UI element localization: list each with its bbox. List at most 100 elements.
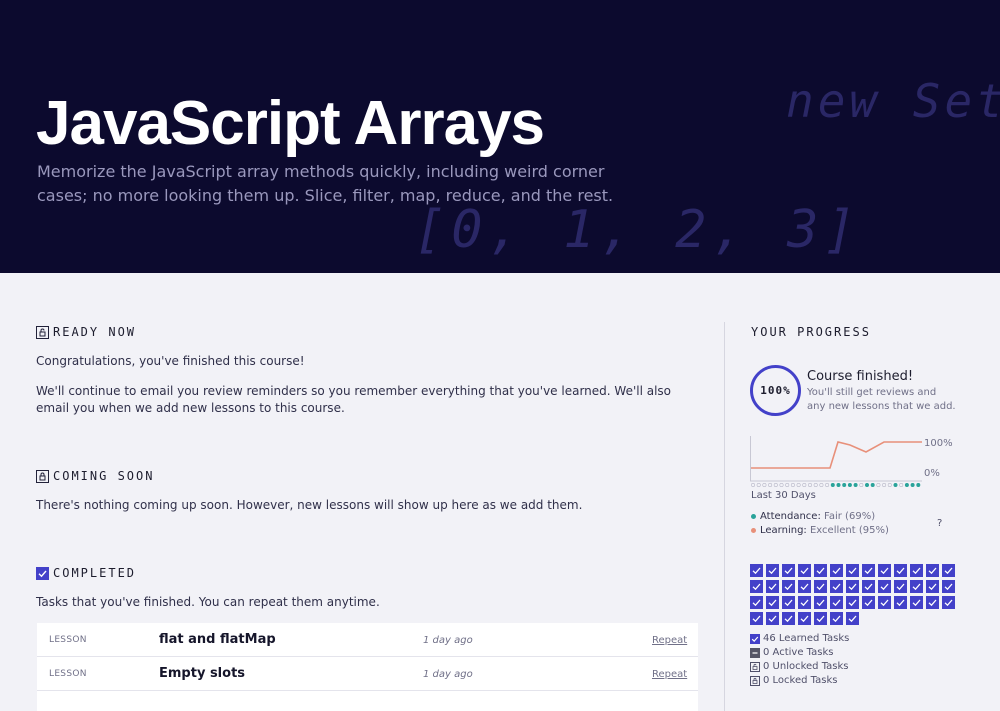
attendance-day-dot <box>790 482 795 487</box>
attendance-value: Fair (69%) <box>824 511 876 522</box>
attendance-day-dot <box>893 482 898 487</box>
learned-task-checkbox <box>894 564 907 577</box>
learned-task-checkbox <box>910 580 923 593</box>
repeat-link[interactable]: Repeat <box>652 635 687 646</box>
learned-task-checkbox <box>926 596 939 609</box>
learned-task-checkbox <box>798 596 811 609</box>
learned-checkbox-icon <box>750 633 760 644</box>
unlocked-tasks-stat: 0 Unlocked Tasks <box>750 661 849 672</box>
learned-task-checkbox <box>750 564 763 577</box>
learned-task-checkbox <box>894 580 907 593</box>
active-icon <box>750 647 760 658</box>
progress-percent: 100% <box>760 384 791 397</box>
learned-task-checkbox <box>926 580 939 593</box>
attendance-day-dot <box>859 482 864 487</box>
learned-tasks-label: 46 Learned Tasks <box>763 633 850 644</box>
ready-now-header: READY NOW <box>36 325 136 339</box>
completed-message: Tasks that you've finished. You can repe… <box>36 595 380 609</box>
attendance-day-dot <box>773 482 778 487</box>
learned-task-checkbox <box>862 564 875 577</box>
active-tasks-stat: 0 Active Tasks <box>750 647 833 658</box>
task-name: flat and flatMap <box>159 632 276 647</box>
attendance-day-dot <box>870 482 875 487</box>
table-row: LESSON flat and flatMap 1 day ago Repeat <box>37 623 698 657</box>
attendance-day-dot <box>836 482 841 487</box>
learned-task-checkbox <box>910 564 923 577</box>
attendance-day-dot <box>847 482 852 487</box>
unlocked-icon <box>750 661 760 672</box>
learned-task-checkbox <box>766 564 779 577</box>
learned-task-checkbox <box>798 564 811 577</box>
attendance-day-dot <box>853 482 858 487</box>
locked-tasks-stat: 0 Locked Tasks <box>750 675 837 686</box>
unlocked-icon <box>36 325 49 339</box>
chart-bottom-label: 0% <box>924 468 940 479</box>
learned-task-checkbox <box>782 612 795 625</box>
learned-task-checkbox <box>862 596 875 609</box>
unlocked-tasks-label: 0 Unlocked Tasks <box>763 661 849 672</box>
attendance-day-dot <box>865 482 870 487</box>
learned-task-checkbox <box>766 596 779 609</box>
attendance-day-dot <box>876 482 881 487</box>
repeat-link[interactable]: Repeat <box>652 669 687 680</box>
learned-task-checkbox <box>846 564 859 577</box>
attendance-day-dot <box>916 482 921 487</box>
learned-task-checkbox <box>750 612 763 625</box>
ready-now-message: Congratulations, you've finished this co… <box>36 354 305 368</box>
completed-tasks-table: LESSON flat and flatMap 1 day ago Repeat… <box>37 623 698 711</box>
attendance-day-dot <box>779 482 784 487</box>
learned-task-checkbox <box>814 596 827 609</box>
completed-header: COMPLETED <box>36 566 136 580</box>
learned-task-checkbox <box>878 564 891 577</box>
learned-task-checkbox <box>798 612 811 625</box>
attendance-dot-icon <box>751 513 756 519</box>
task-type: LESSON <box>49 635 87 645</box>
your-progress-title: YOUR PROGRESS <box>751 325 871 339</box>
ready-now-details: We'll continue to email you review remin… <box>36 384 672 415</box>
attendance-day-dot <box>750 482 756 487</box>
learned-task-checkbox <box>926 564 939 577</box>
attendance-day-dot <box>887 482 892 487</box>
progress-ring: 100% <box>750 365 801 416</box>
attendance-day-dot <box>807 482 812 487</box>
learned-task-checkbox <box>846 580 859 593</box>
lock-icon <box>750 675 760 686</box>
task-name: Empty slots <box>159 666 246 681</box>
learned-task-checkbox <box>814 580 827 593</box>
learning-legend: Learning: Excellent (95%) <box>751 525 889 536</box>
learned-task-checkbox <box>766 612 779 625</box>
learned-task-checkbox <box>942 596 955 609</box>
learned-task-checkbox <box>878 580 891 593</box>
learned-task-checkbox <box>750 596 763 609</box>
learned-task-checkbox <box>894 596 907 609</box>
column-divider <box>724 322 725 711</box>
learned-task-checkbox <box>830 596 843 609</box>
attendance-day-dot <box>830 482 835 487</box>
help-button[interactable]: ? <box>937 518 942 529</box>
course-hero: new Set [0, 1, 2, 3] JavaScript Arrays M… <box>0 0 1000 273</box>
attendance-day-dot <box>762 482 767 487</box>
learned-task-checkbox <box>830 612 843 625</box>
course-title: JavaScript Arrays <box>36 89 545 158</box>
coming-soon-header: COMING SOON <box>36 469 154 483</box>
learned-task-checkbox <box>910 596 923 609</box>
learned-task-checkbox <box>782 596 795 609</box>
hero-decoration-set: new Set <box>786 74 1000 128</box>
learned-task-checkbox <box>862 580 875 593</box>
learned-task-checkbox <box>814 612 827 625</box>
learned-task-checkbox <box>766 580 779 593</box>
attendance-legend: Attendance: Fair (69%) <box>751 511 875 522</box>
learned-task-checkbox <box>782 564 795 577</box>
learning-label: Learning: <box>760 525 807 536</box>
attendance-day-dot <box>899 482 904 487</box>
locked-tasks-label: 0 Locked Tasks <box>763 675 838 686</box>
completed-title: COMPLETED <box>53 566 137 580</box>
learned-task-checkbox <box>830 564 843 577</box>
task-time: 1 day ago <box>423 669 473 680</box>
learned-task-checkbox <box>878 596 891 609</box>
learned-task-checkbox <box>798 580 811 593</box>
attendance-day-dot <box>904 482 909 487</box>
learned-task-checkbox <box>782 580 795 593</box>
attendance-day-dot <box>768 482 773 487</box>
attendance-day-dot <box>802 482 807 487</box>
